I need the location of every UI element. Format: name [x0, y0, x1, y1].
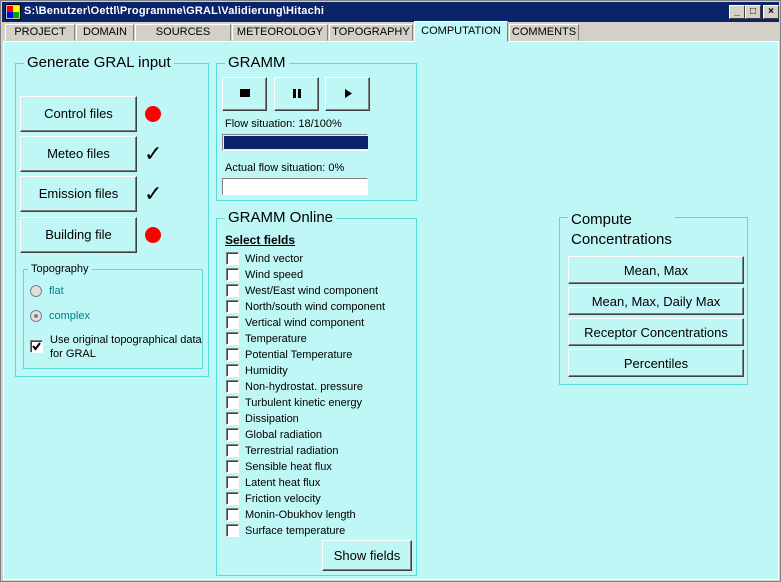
building-file-button[interactable]: Building file: [20, 217, 137, 253]
receptor-concentrations-button[interactable]: Receptor Concentrations: [568, 318, 744, 346]
use-original-topography-label: Use original topographical data for GRAL: [50, 334, 202, 360]
checkmark-icon: ✓: [144, 141, 163, 166]
field-checkbox[interactable]: [226, 268, 239, 281]
complex-radio[interactable]: [30, 310, 42, 322]
field-checkbox[interactable]: [226, 428, 239, 441]
red-dot-icon: [145, 106, 161, 122]
window-title: S:\Benutzer\Oettl\Programme\GRAL\Validie…: [24, 5, 325, 17]
select-fields-heading: Select fields: [225, 233, 296, 247]
generate-group-title: Generate GRAL input: [24, 53, 174, 73]
mean-max-button[interactable]: Mean, Max: [568, 256, 744, 284]
field-checkbox[interactable]: [226, 364, 239, 377]
field-label: Vertical wind component: [245, 317, 365, 329]
checkmark-icon: [32, 342, 41, 351]
field-label: Latent heat flux: [245, 477, 321, 489]
tab-computation[interactable]: COMPUTATION: [414, 21, 508, 42]
field-checkbox[interactable]: [226, 508, 239, 521]
app-icon: [5, 4, 21, 20]
flow-situation-label: Flow situation: 18/100%: [225, 118, 342, 130]
field-label: Potential Temperature: [245, 349, 353, 361]
tab-sources[interactable]: SOURCES: [135, 24, 231, 41]
play-icon: [345, 89, 352, 98]
field-label: Surface temperature: [245, 525, 346, 537]
field-label: Monin-Obukhov length: [245, 509, 356, 521]
compute-title-line1: Compute: [571, 211, 632, 228]
tab-meteorology[interactable]: METEOROLOGY: [232, 24, 328, 41]
gramm-group-title: GRAMM: [225, 53, 289, 73]
control-files-label: Control files: [44, 106, 113, 121]
field-checkbox[interactable]: [226, 300, 239, 313]
field-checkbox[interactable]: [226, 524, 239, 537]
stop-icon: [240, 89, 250, 97]
field-checkbox[interactable]: [226, 396, 239, 409]
field-label: Friction velocity: [245, 493, 321, 505]
flat-radio[interactable]: [30, 285, 42, 297]
meteo-files-button[interactable]: Meteo files: [20, 136, 137, 172]
compute-title-line2: Concentrations: [571, 231, 672, 248]
field-label: Turbulent kinetic energy: [245, 397, 362, 409]
receptor-concentrations-label: Receptor Concentrations: [584, 325, 728, 340]
close-button[interactable]: ×: [763, 5, 779, 19]
use-original-topography-checkbox[interactable]: [30, 340, 43, 353]
field-checkbox[interactable]: [226, 492, 239, 505]
mean-max-daily-max-button[interactable]: Mean, Max, Daily Max: [568, 287, 744, 315]
field-checkbox[interactable]: [226, 316, 239, 329]
tab-topography[interactable]: TOPOGRAPHY: [329, 24, 413, 41]
field-checkbox[interactable]: [226, 412, 239, 425]
field-checkbox[interactable]: [226, 284, 239, 297]
emission-files-button[interactable]: Emission files: [20, 176, 137, 212]
emission-files-label: Emission files: [38, 186, 119, 201]
field-label: Wind speed: [245, 269, 304, 281]
show-fields-button[interactable]: Show fields: [322, 540, 412, 571]
percentiles-label: Percentiles: [623, 356, 689, 371]
actual-flow-situation-label: Actual flow situation: 0%: [225, 162, 345, 174]
tab-domain[interactable]: DOMAIN: [76, 24, 134, 41]
field-label: Humidity: [245, 365, 288, 377]
title-bar: S:\Benutzer\Oettl\Programme\GRAL\Validie…: [2, 2, 779, 22]
actual-flow-progress: [222, 178, 368, 195]
percentiles-button[interactable]: Percentiles: [568, 349, 744, 377]
field-checkbox[interactable]: [226, 476, 239, 489]
field-label: Wind vector: [245, 253, 304, 265]
field-checkbox[interactable]: [226, 460, 239, 473]
field-checkbox[interactable]: [226, 252, 239, 265]
flow-progress-fill: [224, 136, 368, 149]
mean-max-daily-max-label: Mean, Max, Daily Max: [591, 294, 721, 309]
field-checkbox[interactable]: [226, 348, 239, 361]
main-window: S:\Benutzer\Oettl\Programme\GRAL\Validie…: [0, 0, 781, 582]
building-file-label: Building file: [45, 227, 112, 242]
field-label: Non-hydrostat. pressure: [245, 381, 363, 393]
maximize-button[interactable]: □: [745, 5, 761, 19]
field-label: Sensible heat flux: [245, 461, 332, 473]
flow-situation-progress: [222, 134, 368, 151]
field-checkbox[interactable]: [226, 444, 239, 457]
field-label: West/East wind component: [245, 285, 379, 297]
tab-project[interactable]: PROJECT: [5, 24, 75, 41]
minimize-button[interactable]: _: [729, 5, 745, 19]
mean-max-label: Mean, Max: [623, 263, 689, 278]
red-dot-icon: [145, 227, 161, 243]
compute-group-title: Compute Concentrations: [568, 210, 675, 250]
pause-button[interactable]: [274, 77, 319, 111]
show-fields-label: Show fields: [333, 548, 401, 563]
field-checkbox[interactable]: [226, 380, 239, 393]
field-label: Terrestrial radiation: [245, 445, 339, 457]
tab-comments[interactable]: COMMENTS: [509, 24, 579, 41]
pause-icon: [293, 89, 301, 98]
field-label: Global radiation: [245, 429, 323, 441]
stop-button[interactable]: [222, 77, 267, 111]
field-label: North/south wind component: [245, 301, 386, 313]
checkmark-icon: ✓: [144, 181, 163, 206]
flat-label: flat: [49, 285, 64, 297]
control-files-button[interactable]: Control files: [20, 96, 137, 132]
play-button[interactable]: [325, 77, 370, 111]
field-label: Temperature: [245, 333, 307, 345]
complex-label: complex: [49, 310, 90, 322]
topography-group-title: Topography: [28, 262, 92, 276]
meteo-files-label: Meteo files: [47, 146, 110, 161]
field-label: Dissipation: [245, 413, 299, 425]
gramm-online-title: GRAMM Online: [225, 208, 337, 228]
field-checkbox[interactable]: [226, 332, 239, 345]
